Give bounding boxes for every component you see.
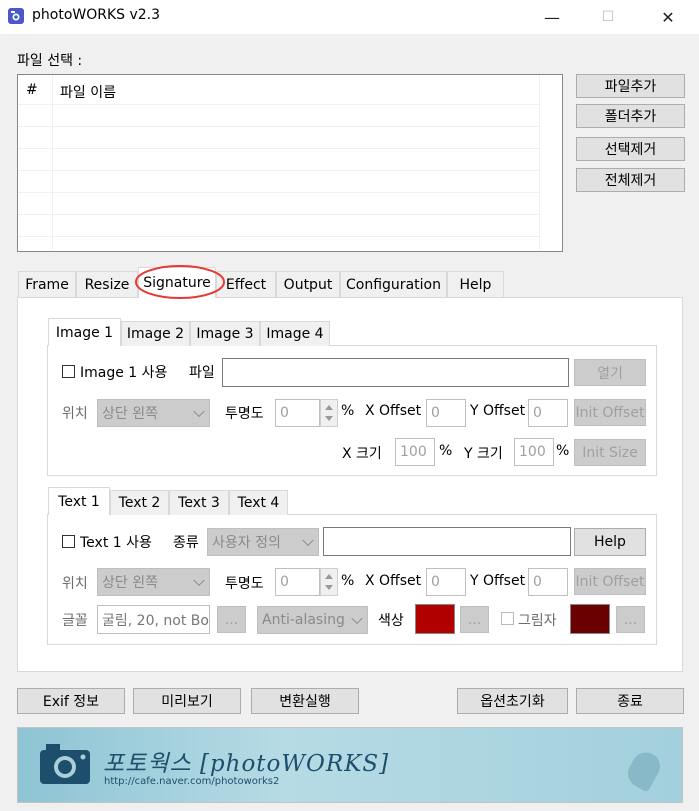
font-input[interactable]: 굴림, 20, not Bo [97,605,210,634]
banner-title: 포토웍스 [photoWORKS] [103,751,390,777]
text-type-select[interactable]: 사용자 정의 [207,528,319,556]
text-color-swatch[interactable] [415,604,455,634]
image-1-use-label: Image 1 사용 [80,365,168,381]
image-y-size-input[interactable]: 100 [514,438,554,466]
chevron-down-icon [193,405,205,418]
add-file-button[interactable]: 파일추가 [576,74,685,98]
exif-info-button[interactable]: Exif 정보 [17,688,125,714]
tab-image-1[interactable]: Image 1 [48,318,121,346]
image-opacity-input[interactable]: 0 [275,399,320,427]
image-opacity-spinner[interactable] [320,399,338,427]
image-1-use-checkbox[interactable] [62,365,75,378]
text-x-offset-label: X Offset [365,573,422,589]
column-header-filename[interactable]: 파일 이름 [60,82,116,112]
chevron-down-icon [351,612,363,625]
image-opacity-percent: % [341,403,355,419]
image-y-size-percent: % [556,443,570,459]
tab-text-1[interactable]: Text 1 [48,487,110,515]
text-position-label: 위치 [62,576,88,592]
reset-options-button[interactable]: 옵션초기화 [457,688,568,714]
text-content-input[interactable] [323,527,571,556]
file-label: 파일 [189,365,215,381]
text-opacity-label: 투명도 [225,576,264,592]
shadow-label: 그림자 [518,613,557,629]
close-button[interactable]: ✕ [645,0,691,34]
shadow-color-picker-button[interactable]: ... [616,606,645,633]
tab-frame[interactable]: Frame [18,271,76,297]
convert-button[interactable]: 변환실행 [251,688,359,714]
tab-image-3[interactable]: Image 3 [190,321,260,346]
tab-text-2[interactable]: Text 2 [110,490,169,515]
image-y-offset-input[interactable]: 0 [528,399,568,427]
column-header-number[interactable]: # [26,82,38,112]
tab-image-2[interactable]: Image 2 [121,321,190,346]
shadow-color-swatch[interactable] [570,604,610,634]
minimize-icon: — [544,7,560,27]
tab-help[interactable]: Help [447,271,504,297]
image-y-offset-label: Y Offset [470,403,526,419]
image-init-offset-button[interactable]: Init Offset [574,399,646,426]
image-opacity-label: 투명도 [225,406,264,422]
tab-text-3[interactable]: Text 3 [169,490,229,515]
text-x-offset-input[interactable]: 0 [426,568,466,596]
image-init-size-button[interactable]: Init Size [574,439,646,466]
banner[interactable]: 포토웍스 [photoWORKS] http://cafe.naver.com/… [17,727,683,803]
remove-selected-button[interactable]: 선택제거 [576,137,685,161]
close-icon: ✕ [661,7,675,27]
image-x-offset-input[interactable]: 0 [426,399,466,427]
shadow-checkbox[interactable] [501,612,514,625]
image-x-size-label: X 크기 [342,446,382,462]
image-file-input[interactable] [222,358,569,387]
image-position-select[interactable]: 상단 왼쪽 [97,399,210,427]
text-position-select[interactable]: 상단 왼쪽 [97,568,210,596]
remove-all-button[interactable]: 전체제거 [576,168,685,192]
app-icon [8,8,24,24]
text-opacity-spinner[interactable] [320,568,338,596]
image-position-label: 위치 [62,406,88,422]
font-picker-button[interactable]: ... [217,606,246,633]
font-label: 글꼴 [62,613,88,629]
chevron-down-icon [193,574,205,587]
antialias-select[interactable]: Anti-alasing [257,606,368,634]
exit-button[interactable]: 종료 [576,688,684,714]
text-opacity-percent: % [341,573,355,589]
text-1-use-label: Text 1 사용 [80,535,152,551]
tab-configuration[interactable]: Configuration [340,271,447,297]
window-title: photoWORKS v2.3 [32,7,161,23]
title-bar: photoWORKS v2.3 — ☐ ✕ [0,0,699,34]
antialias-value: Anti-alasing [262,612,345,628]
tab-resize[interactable]: Resize [76,271,138,297]
text-1-use-checkbox[interactable] [62,535,75,548]
file-list[interactable]: # 파일 이름 [17,74,563,252]
camera-icon [38,740,92,790]
tab-image-4[interactable]: Image 4 [260,321,330,346]
text-position-value: 상단 왼쪽 [102,575,158,591]
text-type-value: 사용자 정의 [212,535,281,551]
maximize-icon: ☐ [601,9,615,25]
banner-url[interactable]: http://cafe.naver.com/photoworks2 [104,776,279,787]
image-x-offset-label: X Offset [365,403,422,419]
text-y-offset-label: Y Offset [470,573,526,589]
open-file-button[interactable]: 열기 [574,359,646,386]
image-position-value: 상단 왼쪽 [102,406,158,422]
text-opacity-input[interactable]: 0 [275,568,320,596]
tab-output[interactable]: Output [276,271,340,297]
chevron-down-icon [302,534,314,547]
maximize-button[interactable]: ☐ [585,0,631,34]
preview-button[interactable]: 미리보기 [133,688,241,714]
text-y-offset-input[interactable]: 0 [528,568,568,596]
image-y-size-label: Y 크기 [464,446,503,462]
text-help-button[interactable]: Help [574,528,646,556]
text-init-offset-button[interactable]: Init Offset [574,568,646,595]
highlight-ellipse [135,265,225,299]
add-folder-button[interactable]: 폴더추가 [576,104,685,128]
file-select-label: 파일 선택 : [17,53,83,69]
text-type-label: 종류 [173,535,199,551]
color-picker-button[interactable]: ... [460,606,489,633]
minimize-button[interactable]: — [529,0,575,34]
image-x-size-percent: % [439,443,453,459]
image-x-size-input[interactable]: 100 [395,438,435,466]
color-label: 색상 [378,613,404,629]
tab-text-4[interactable]: Text 4 [229,490,288,515]
